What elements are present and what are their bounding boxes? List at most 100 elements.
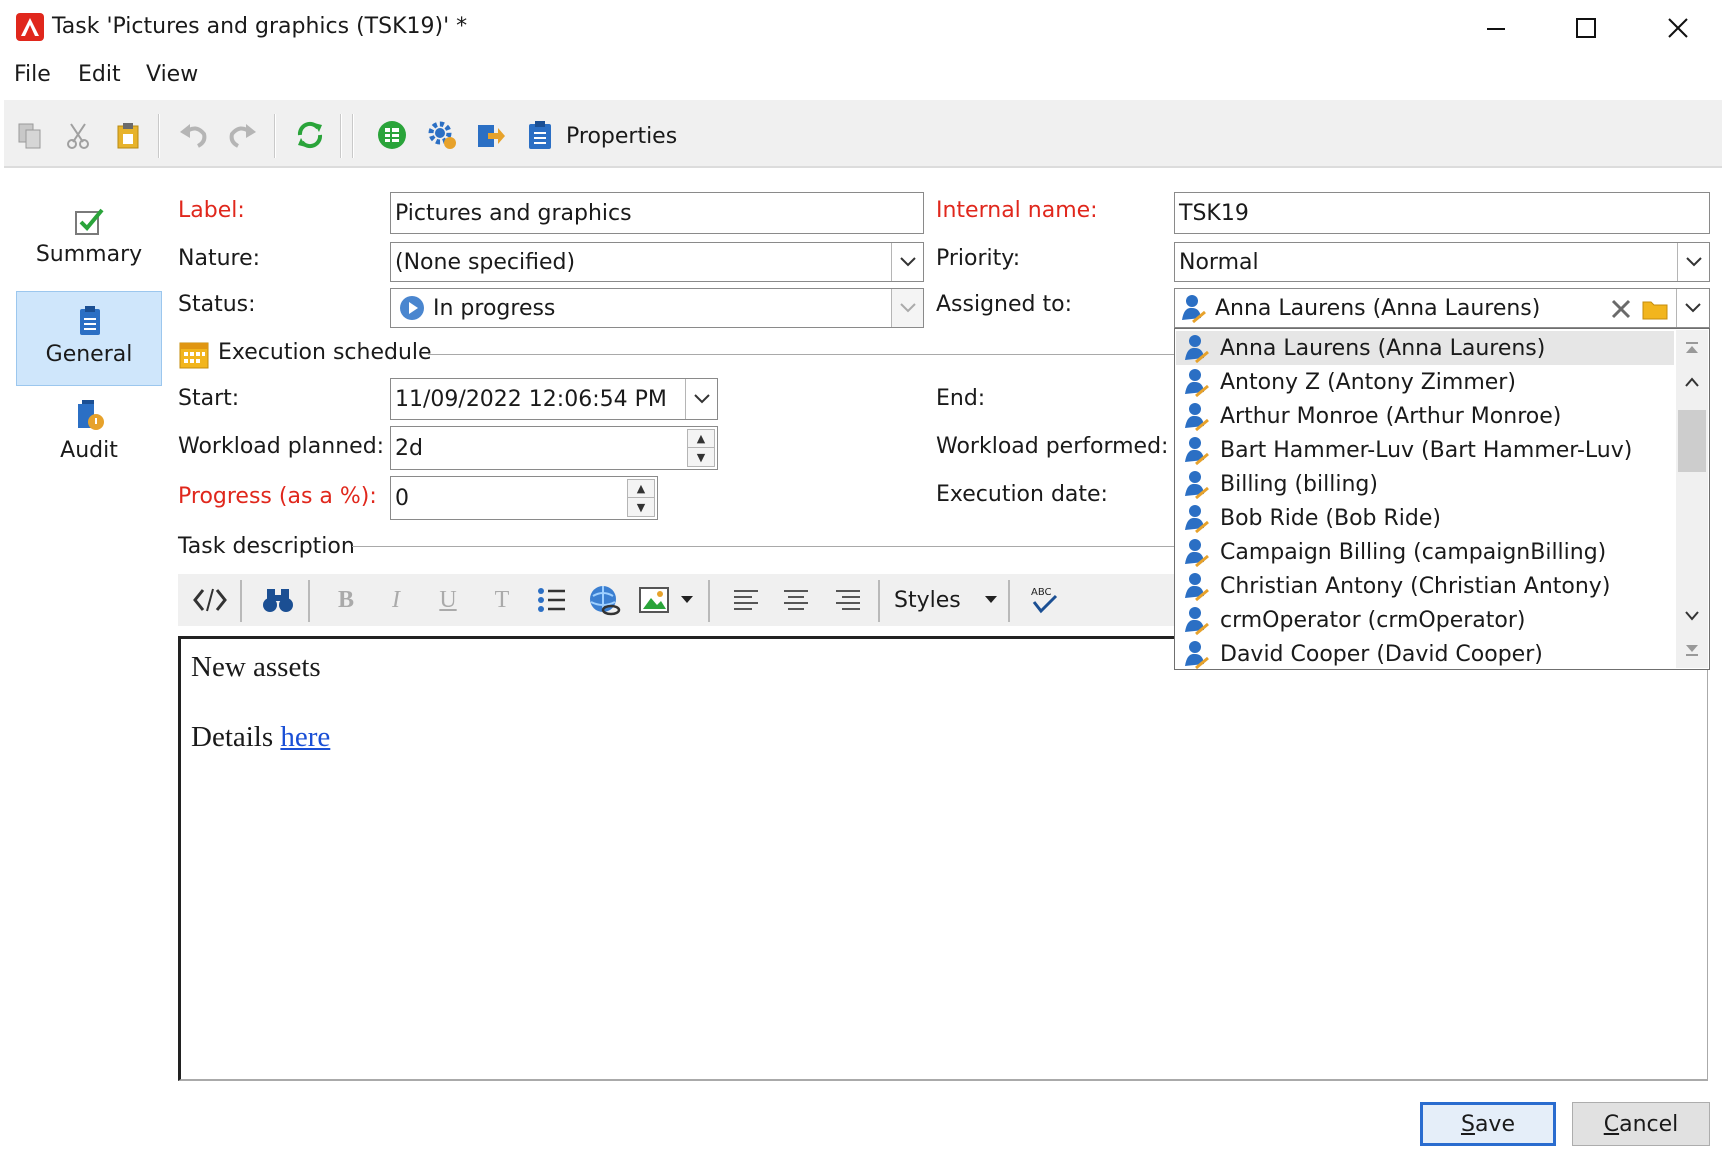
progress-value: 0 — [395, 485, 409, 511]
text-format-icon[interactable]: T — [484, 582, 520, 618]
cancel-button[interactable]: Cancel — [1572, 1102, 1710, 1146]
bold-icon[interactable]: B — [328, 582, 364, 618]
cut-icon[interactable] — [62, 118, 94, 152]
workload-planned-value: 2d — [395, 435, 423, 461]
description-editor[interactable]: New assets Details here — [178, 636, 1708, 1081]
priority-select[interactable]: Normal — [1174, 242, 1710, 282]
copy-icon[interactable] — [14, 118, 46, 152]
stepper-down-icon[interactable]: ▼ — [688, 448, 714, 466]
nav-general-label: General — [45, 342, 133, 367]
align-left-icon[interactable] — [728, 582, 764, 618]
assignee-option[interactable]: Campaign Billing (campaignBilling) — [1176, 535, 1674, 569]
properties-button-label[interactable]: Properties — [566, 124, 677, 149]
priority-value: Normal — [1179, 249, 1259, 275]
workload-stepper[interactable]: ▲ ▼ — [687, 429, 715, 467]
assignee-option-label: Billing (billing) — [1220, 471, 1378, 497]
settings-icon[interactable] — [426, 118, 458, 152]
dropdown-scrollbar[interactable] — [1676, 330, 1708, 668]
insert-image-icon[interactable] — [636, 582, 672, 618]
assignee-option[interactable]: Arthur Monroe (Arthur Monroe) — [1176, 399, 1674, 433]
spreadsheet-icon[interactable] — [376, 118, 408, 152]
source-code-icon[interactable] — [192, 582, 228, 618]
maximize-button[interactable] — [1556, 8, 1616, 48]
paste-icon[interactable] — [112, 118, 144, 152]
assignee-option[interactable]: Bart Hammer-Luv (Bart Hammer-Luv) — [1176, 433, 1674, 467]
user-icon — [1185, 437, 1209, 466]
chevron-down-icon[interactable] — [685, 379, 717, 419]
refresh-icon[interactable] — [294, 118, 326, 152]
underline-icon[interactable]: U — [430, 582, 466, 618]
progress-stepper[interactable]: ▲ ▼ — [627, 479, 655, 517]
undo-icon[interactable] — [178, 118, 210, 152]
nature-select[interactable]: (None specified) — [390, 242, 924, 282]
image-options-dropdown-icon[interactable] — [676, 582, 698, 618]
assignee-dropdown-list[interactable]: Anna Laurens (Anna Laurens) Antony Z (Ant… — [1174, 328, 1710, 670]
user-icon — [1185, 505, 1209, 534]
status-select[interactable]: In progress — [390, 288, 924, 328]
menu-edit[interactable]: Edit — [78, 62, 121, 87]
close-window-button[interactable] — [1648, 8, 1708, 48]
execution-date-caption: Execution date: — [936, 482, 1108, 507]
start-datetime[interactable]: 11/09/2022 12:06:54 PM — [390, 378, 718, 420]
assignee-option[interactable]: Antony Z (Antony Zimmer) — [1176, 365, 1674, 399]
assignee-option-label: Campaign Billing (campaignBilling) — [1220, 539, 1607, 565]
toolbar — [4, 100, 1722, 168]
assignee-option[interactable]: David Cooper (David Cooper) — [1176, 637, 1674, 669]
task-description-title: Task description — [178, 534, 355, 559]
properties-icon[interactable] — [524, 118, 556, 152]
binoculars-icon[interactable] — [260, 582, 296, 618]
nature-value: (None specified) — [395, 249, 576, 275]
scroll-down-icon[interactable] — [1676, 600, 1708, 632]
end-caption: End: — [936, 386, 986, 411]
folder-icon[interactable] — [1640, 294, 1670, 324]
label-input[interactable]: Pictures and graphics — [390, 192, 924, 234]
chevron-down-icon[interactable] — [891, 243, 923, 281]
styles-dropdown-label[interactable]: Styles — [894, 588, 961, 613]
scroll-top-icon[interactable] — [1676, 332, 1708, 364]
assignee-option-label: crmOperator (crmOperator) — [1220, 607, 1526, 633]
assignee-option[interactable]: Bob Ride (Bob Ride) — [1176, 501, 1674, 535]
chevron-down-icon[interactable] — [1677, 243, 1709, 281]
scroll-up-icon[interactable] — [1676, 366, 1708, 398]
workload-planned-input[interactable]: 2d ▲ ▼ — [390, 426, 718, 470]
start-caption: Start: — [178, 386, 240, 411]
nav-audit[interactable]: Audit — [16, 398, 162, 490]
workload-performed-caption: Workload performed: — [936, 434, 1169, 459]
assignee-option[interactable]: crmOperator (crmOperator) — [1176, 603, 1674, 637]
stepper-up-icon[interactable]: ▲ — [688, 430, 714, 448]
clear-icon[interactable] — [1606, 294, 1636, 324]
stepper-up-icon[interactable]: ▲ — [628, 480, 654, 498]
progress-input[interactable]: 0 ▲ ▼ — [390, 476, 658, 520]
scroll-bottom-icon[interactable] — [1676, 634, 1708, 666]
assignee-option[interactable]: Anna Laurens (Anna Laurens) — [1176, 331, 1674, 365]
assignee-option-label: Bob Ride (Bob Ride) — [1220, 505, 1441, 531]
assignee-option[interactable]: Billing (billing) — [1176, 467, 1674, 501]
toolbar-separator — [158, 114, 160, 158]
nav-general[interactable]: General — [16, 291, 162, 386]
insert-link-icon[interactable] — [586, 582, 622, 618]
italic-icon[interactable]: I — [378, 582, 414, 618]
align-center-icon[interactable] — [778, 582, 814, 618]
bulleted-list-icon[interactable] — [534, 582, 570, 618]
export-icon[interactable] — [474, 118, 506, 152]
checkbox-check-icon — [72, 204, 106, 238]
toolbar-separator — [1008, 580, 1010, 622]
spellcheck-icon[interactable]: ABC — [1026, 582, 1062, 618]
chevron-down-icon[interactable] — [891, 289, 923, 327]
assignee-option[interactable]: Christian Antony (Christian Antony) — [1176, 569, 1674, 603]
stepper-down-icon[interactable]: ▼ — [628, 498, 654, 516]
align-right-icon[interactable] — [830, 582, 866, 618]
menu-file[interactable]: File — [14, 62, 51, 87]
internal-name-input[interactable]: TSK19 — [1174, 192, 1710, 234]
editor-link[interactable]: here — [280, 721, 330, 753]
save-button[interactable]: Save — [1420, 1102, 1556, 1146]
minimize-button[interactable] — [1466, 8, 1526, 48]
scroll-thumb[interactable] — [1678, 410, 1706, 472]
chevron-down-icon[interactable] — [1676, 289, 1709, 327]
redo-icon[interactable] — [226, 118, 258, 152]
editor-paragraph-1: New assets — [191, 651, 321, 683]
menu-view[interactable]: View — [146, 62, 198, 87]
styles-dropdown-icon[interactable] — [980, 582, 1002, 618]
calendar-icon — [178, 338, 210, 370]
nav-summary[interactable]: Summary — [16, 200, 162, 292]
